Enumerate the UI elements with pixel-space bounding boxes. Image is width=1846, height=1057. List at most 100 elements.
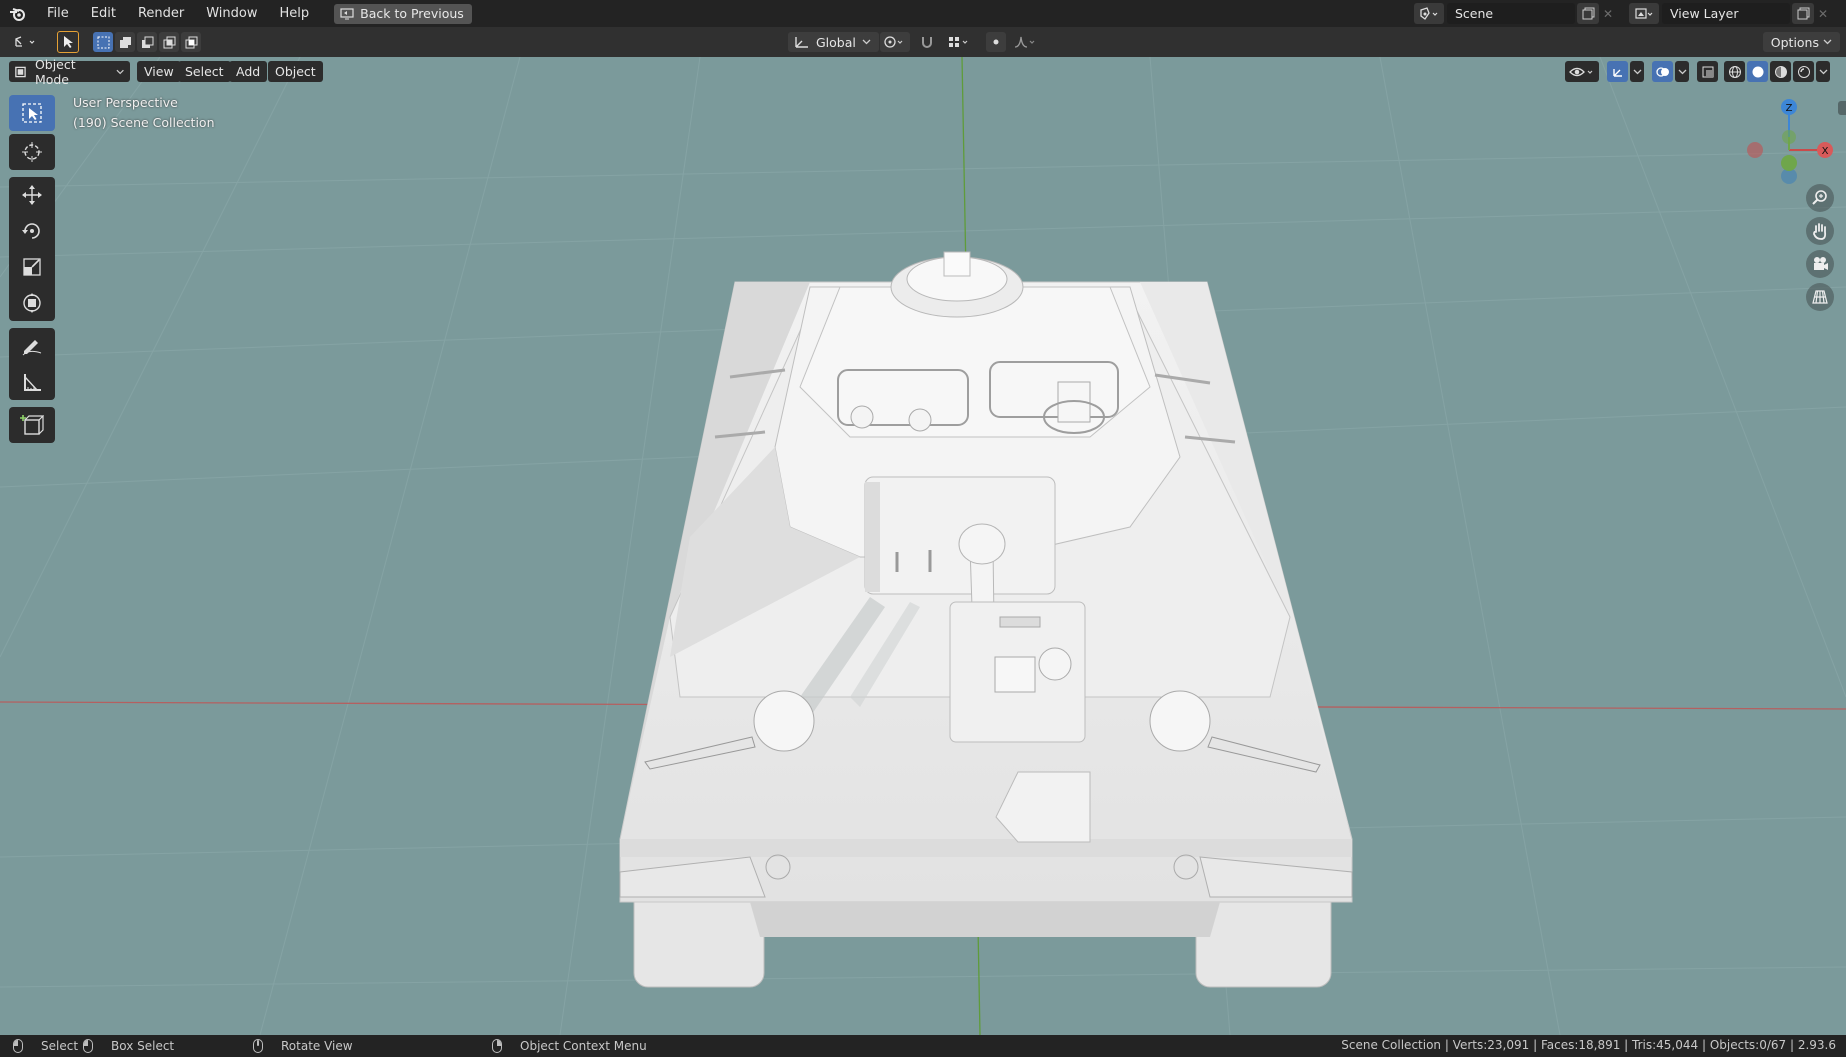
view-layer-name-field[interactable]: View Layer (1662, 3, 1790, 24)
rotate-icon (22, 223, 40, 239)
add-cube-tool[interactable] (9, 407, 55, 443)
delete-scene-icon[interactable]: ✕ (1599, 7, 1617, 21)
zoom-magnifier-icon (1812, 190, 1827, 205)
options-dropdown[interactable]: Options (1762, 32, 1840, 52)
viewport-menu-object[interactable]: Object (268, 61, 323, 82)
material-preview-icon[interactable] (1770, 61, 1791, 82)
transform-tool[interactable] (9, 285, 55, 321)
snap-increment-icon[interactable] (944, 32, 974, 52)
new-scene-icon[interactable] (1577, 3, 1599, 24)
scene-statistics: Scene Collection | Verts:23,091 | Faces:… (1341, 1038, 1836, 1052)
scale-tool[interactable] (9, 249, 55, 285)
pan-view-button[interactable] (1806, 217, 1834, 245)
status-bar: Select Box Select Rotate View Object Con… (0, 1035, 1846, 1057)
delete-view-layer-icon[interactable]: ✕ (1814, 7, 1832, 21)
view-layer-browse-icon[interactable] (1629, 3, 1659, 24)
menu-file[interactable]: File (36, 0, 80, 27)
cursor-arrow-icon (64, 36, 73, 48)
gizmo-x-label: X (1822, 146, 1829, 157)
back-to-previous-button[interactable]: Back to Previous (334, 3, 472, 24)
blender-logo-icon[interactable] (0, 0, 36, 27)
move-tool[interactable] (9, 177, 55, 213)
camera-icon (1814, 257, 1828, 270)
object-mode-icon (15, 66, 26, 77)
viewport-menu-add[interactable]: Add (229, 61, 268, 82)
scene-browse-icon[interactable] (1414, 3, 1444, 24)
mode-intersect-selection-icon[interactable] (181, 32, 201, 52)
3d-viewport[interactable]: Object Mode View Select Add Object User … (0, 57, 1846, 1035)
select-box-tool[interactable] (9, 95, 55, 131)
sidebar-toggle-tab[interactable] (1838, 101, 1846, 115)
pivot-snap-group (880, 32, 1040, 52)
grid-perspective-icon (1812, 290, 1828, 304)
view-perspective-label: User Perspective (73, 95, 178, 110)
cursor-crosshair-icon (22, 142, 42, 162)
status-rotate-hint: Rotate View (253, 1038, 353, 1054)
active-tool-select-button[interactable] (57, 31, 79, 53)
mouse-middle-icon (253, 1039, 263, 1053)
editor-type-button[interactable] (10, 32, 42, 52)
mouse-drag-icon (83, 1039, 93, 1053)
overlays-toggle-icon[interactable] (1652, 61, 1673, 82)
mode-extend-selection-icon[interactable] (115, 32, 135, 52)
perspective-ortho-toggle-button[interactable] (1806, 283, 1834, 311)
transform-orientation-dropdown[interactable]: Global (788, 32, 879, 52)
mode-new-selection-icon[interactable] (93, 32, 113, 52)
mode-subtract-selection-icon[interactable] (137, 32, 157, 52)
back-screen-icon (340, 7, 354, 19)
gizmo-toggle-icon[interactable] (1607, 61, 1628, 82)
menu-edit[interactable]: Edit (80, 0, 127, 27)
status-box-select-label: Box Select (111, 1039, 175, 1053)
xray-toggle-icon[interactable] (1697, 61, 1718, 82)
camera-view-button[interactable] (1806, 250, 1834, 278)
mode-invert-selection-icon[interactable] (159, 32, 179, 52)
tool-shelf (9, 95, 55, 443)
wireframe-shading-icon[interactable] (1724, 61, 1745, 82)
scene-collection-label: (190) Scene Collection (73, 115, 215, 130)
measure-tool[interactable] (9, 364, 55, 400)
tool-settings-header: Global Options (0, 27, 1846, 57)
viewport-visibility-group (1565, 61, 1830, 82)
solid-shading-icon[interactable] (1747, 61, 1768, 82)
status-select-hint: Select (13, 1038, 78, 1054)
orientation-axes-icon (795, 37, 808, 48)
viewport-scene (0, 57, 1846, 1035)
chevron-down-icon (862, 39, 871, 45)
status-rotate-label: Rotate View (281, 1039, 353, 1053)
status-context-hint: Object Context Menu (492, 1038, 647, 1054)
chevron-down-icon (116, 69, 124, 74)
object-visibility-icon[interactable] (1565, 61, 1599, 82)
rendered-shading-icon[interactable] (1793, 61, 1814, 82)
orientation-label: Global (816, 34, 856, 50)
top-menu-bar: File Edit Render Window Help Back to Pre… (0, 0, 1846, 27)
menu-render[interactable]: Render (127, 0, 195, 27)
back-to-previous-label: Back to Previous (360, 6, 464, 21)
overlays-dropdown-icon[interactable] (1675, 61, 1689, 82)
pivot-point-icon[interactable] (880, 32, 910, 52)
snap-toggle-icon[interactable] (916, 32, 938, 52)
viewport-menu-select[interactable]: Select (178, 61, 231, 82)
new-view-layer-icon[interactable] (1792, 3, 1814, 24)
rotate-tool[interactable] (9, 213, 55, 249)
cursor-tool[interactable] (9, 134, 55, 170)
measure-ruler-icon (24, 374, 41, 391)
menu-window[interactable]: Window (195, 0, 268, 27)
scene-name-field[interactable]: Scene (1447, 3, 1575, 24)
options-label: Options (1770, 34, 1819, 50)
scale-icon (23, 258, 41, 276)
viewport-menu-view[interactable]: View (137, 61, 181, 82)
annotate-tool[interactable] (9, 328, 55, 364)
shading-dropdown-icon[interactable] (1816, 61, 1830, 82)
gizmo-dropdown-icon[interactable] (1630, 61, 1644, 82)
status-box-select-hint: Box Select (83, 1038, 174, 1054)
mouse-right-icon (492, 1039, 502, 1053)
selection-mode-group (93, 32, 201, 52)
zoom-view-button[interactable] (1806, 184, 1834, 212)
select-box-icon (22, 103, 42, 123)
proportional-edit-icon[interactable] (986, 32, 1006, 52)
menu-help[interactable]: Help (269, 0, 321, 27)
object-mode-dropdown[interactable]: Object Mode (9, 57, 130, 87)
falloff-curve-icon[interactable] (1012, 32, 1040, 52)
move-arrows-icon (22, 185, 42, 205)
status-context-label: Object Context Menu (520, 1039, 647, 1053)
